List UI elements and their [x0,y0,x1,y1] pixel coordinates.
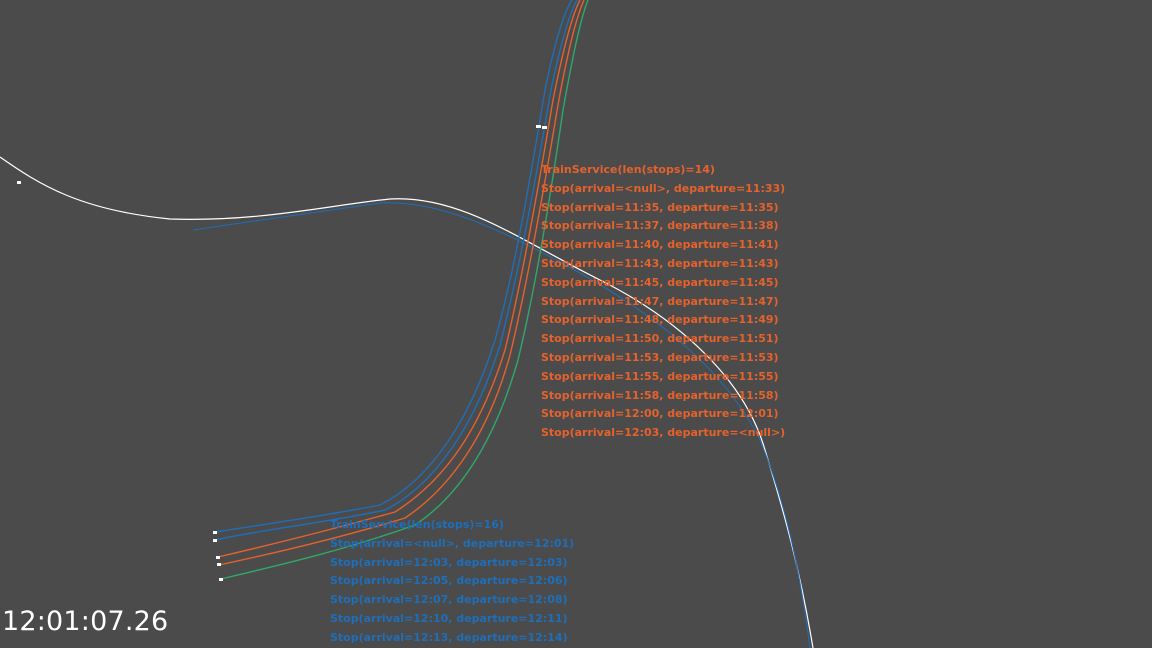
station-marker[interactable] [17,181,21,184]
orange-stop-line: Stop(arrival=11:35, departure=11:35) [541,200,779,214]
blue-stop-line: Stop(arrival=12:05, departure=12:06) [330,574,568,588]
blue-service-info: TrainService(len(stops)=16) Stop(arrival… [330,516,574,648]
station-marker[interactable] [216,556,220,559]
orange-stop-line: Stop(arrival=11:48, departure=11:49) [541,313,779,327]
map-canvas[interactable]: TrainService(len(stops)=14) Stop(arrival… [0,0,1152,648]
green-track [220,0,589,580]
station-marker[interactable] [536,125,541,128]
orange-stop-line: Stop(arrival=11:53, departure=11:53) [541,350,779,364]
orange-stop-line: Stop(arrival=12:03, departure=<null>) [541,426,786,440]
blue-stop-line: Stop(arrival=12:03, departure=12:03) [330,555,568,569]
orange-stop-line: Stop(arrival=11:43, departure=11:43) [541,256,779,270]
blue-stop-line: Stop(arrival=<null>, departure=12:01) [330,536,575,550]
station-marker[interactable] [213,539,217,542]
orange-stop-line: Stop(arrival=11:55, departure=11:55) [541,369,779,383]
orange-stop-line: Stop(arrival=11:47, departure=11:47) [541,294,779,308]
orange-track-2 [218,0,585,566]
orange-stop-line: Stop(arrival=11:58, departure=11:58) [541,388,779,402]
simulation-clock: 12:01:07.26 [2,606,169,637]
orange-stop-line: Stop(arrival=11:40, departure=11:41) [541,238,779,252]
orange-service-info: TrainService(len(stops)=14) Stop(arrival… [541,161,785,443]
blue-stop-line: Stop(arrival=12:10, departure=12:11) [330,611,568,625]
orange-stop-line: Stop(arrival=11:45, departure=11:45) [541,275,779,289]
orange-stop-line: Stop(arrival=12:00, departure=12:01) [541,407,779,421]
orange-stop-line: Stop(arrival=11:50, departure=11:51) [541,332,779,346]
orange-service-header: TrainService(len(stops)=14) [541,163,715,176]
orange-stop-line: Stop(arrival=<null>, departure=11:33) [541,181,786,195]
station-marker[interactable] [219,578,223,581]
station-marker[interactable] [542,126,547,129]
station-marker[interactable] [213,531,217,534]
blue-service-header: TrainService(len(stops)=16) [330,518,504,531]
orange-track-1 [217,0,581,558]
station-marker[interactable] [217,563,221,566]
orange-stop-line: Stop(arrival=11:37, departure=11:38) [541,219,779,233]
blue-stop-line: Stop(arrival=12:13, departure=12:14) [330,630,568,644]
blue-stop-line: Stop(arrival=12:07, departure=12:08) [330,593,568,607]
